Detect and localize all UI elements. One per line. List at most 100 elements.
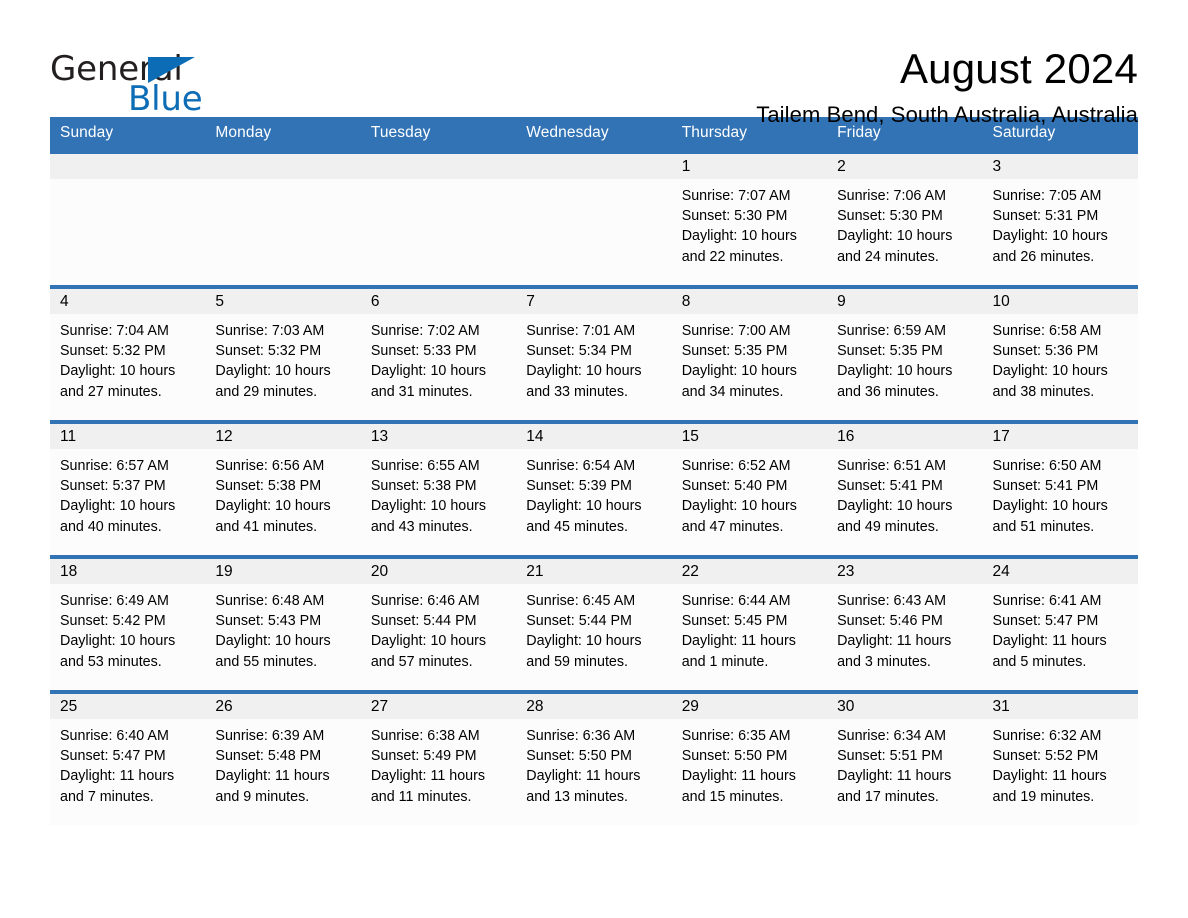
day-number: 9 bbox=[827, 289, 983, 314]
day-cell[interactable]: 16 Sunrise: 6:51 AM Sunset: 5:41 PM Dayli… bbox=[827, 420, 983, 557]
day-cell[interactable]: 14 Sunrise: 6:54 AM Sunset: 5:39 PM Dayli… bbox=[516, 420, 672, 557]
day-details: Sunrise: 6:48 AM Sunset: 5:43 PM Dayligh… bbox=[215, 593, 331, 670]
day-cell[interactable]: 23 Sunrise: 6:43 AM Sunset: 5:46 PM Dayli… bbox=[827, 555, 983, 692]
day-number: 4 bbox=[50, 289, 206, 314]
day-cell[interactable] bbox=[205, 150, 361, 287]
weekday-header-wednesday: Wednesday bbox=[516, 117, 672, 152]
day-number: 19 bbox=[205, 559, 361, 584]
day-cell[interactable]: 15 Sunrise: 6:52 AM Sunset: 5:40 PM Dayli… bbox=[671, 420, 828, 557]
day-number: 7 bbox=[516, 289, 672, 314]
day-number: 17 bbox=[982, 424, 1138, 449]
location-subtitle: Tailem Bend, South Australia, Australia bbox=[756, 102, 1138, 128]
day-number: 24 bbox=[982, 559, 1138, 584]
day-number: 16 bbox=[827, 424, 983, 449]
day-cell[interactable]: 9 Sunrise: 6:59 AM Sunset: 5:35 PM Daylig… bbox=[827, 285, 983, 422]
day-number: 29 bbox=[671, 694, 828, 719]
day-cell[interactable] bbox=[360, 150, 517, 287]
day-details: Sunrise: 6:46 AM Sunset: 5:44 PM Dayligh… bbox=[370, 593, 487, 670]
day-cell[interactable]: 8 Sunrise: 7:00 AM Sunset: 5:35 PM Daylig… bbox=[671, 285, 828, 422]
day-cell[interactable]: 31 Sunrise: 6:32 AM Sunset: 5:52 PM Dayli… bbox=[982, 690, 1138, 825]
day-cell[interactable]: 13 Sunrise: 6:55 AM Sunset: 5:38 PM Dayli… bbox=[360, 420, 517, 557]
day-number: 6 bbox=[360, 289, 517, 314]
day-details: Sunrise: 7:05 AM Sunset: 5:31 PM Dayligh… bbox=[992, 188, 1108, 265]
day-details: Sunrise: 6:56 AM Sunset: 5:38 PM Dayligh… bbox=[215, 458, 331, 535]
day-cell[interactable]: 18 Sunrise: 6:49 AM Sunset: 5:42 PM Dayli… bbox=[50, 555, 206, 692]
day-cell[interactable] bbox=[516, 150, 672, 287]
day-number bbox=[205, 154, 361, 179]
day-number bbox=[50, 154, 206, 179]
day-details: Sunrise: 7:01 AM Sunset: 5:34 PM Dayligh… bbox=[526, 323, 642, 400]
day-cell[interactable]: 7 Sunrise: 7:01 AM Sunset: 5:34 PM Daylig… bbox=[516, 285, 672, 422]
day-number: 10 bbox=[982, 289, 1138, 314]
day-cell[interactable]: 3 Sunrise: 7:05 AM Sunset: 5:31 PM Daylig… bbox=[982, 150, 1138, 287]
day-details: Sunrise: 6:59 AM Sunset: 5:35 PM Dayligh… bbox=[837, 323, 953, 400]
day-cell[interactable]: 19 Sunrise: 6:48 AM Sunset: 5:43 PM Dayli… bbox=[205, 555, 361, 692]
day-number: 14 bbox=[516, 424, 672, 449]
page-title: August 2024 bbox=[899, 45, 1138, 92]
day-number: 8 bbox=[671, 289, 828, 314]
day-cell[interactable]: 26 Sunrise: 6:39 AM Sunset: 5:48 PM Dayli… bbox=[205, 690, 361, 825]
day-cell[interactable]: 17 Sunrise: 6:50 AM Sunset: 5:41 PM Dayli… bbox=[982, 420, 1138, 557]
week-row: 11 Sunrise: 6:57 AM Sunset: 5:37 PM Dayli… bbox=[50, 420, 1138, 557]
week-row: 18 Sunrise: 6:49 AM Sunset: 5:42 PM Dayli… bbox=[50, 555, 1138, 692]
week-row: 4 Sunrise: 7:04 AM Sunset: 5:32 PM Daylig… bbox=[50, 285, 1138, 422]
day-details: Sunrise: 7:06 AM Sunset: 5:30 PM Dayligh… bbox=[837, 188, 953, 265]
day-details bbox=[50, 179, 205, 186]
day-cell[interactable]: 21 Sunrise: 6:45 AM Sunset: 5:44 PM Dayli… bbox=[516, 555, 672, 692]
weekday-header-tuesday: Tuesday bbox=[360, 117, 517, 152]
day-number: 25 bbox=[50, 694, 206, 719]
day-cell[interactable]: 12 Sunrise: 6:56 AM Sunset: 5:38 PM Dayli… bbox=[205, 420, 361, 557]
day-cell[interactable]: 22 Sunrise: 6:44 AM Sunset: 5:45 PM Dayli… bbox=[671, 555, 828, 692]
day-details: Sunrise: 6:45 AM Sunset: 5:44 PM Dayligh… bbox=[526, 593, 642, 670]
day-details: Sunrise: 6:36 AM Sunset: 5:50 PM Dayligh… bbox=[526, 728, 641, 805]
day-cell[interactable] bbox=[50, 150, 206, 287]
day-cell[interactable]: 6 Sunrise: 7:02 AM Sunset: 5:33 PM Daylig… bbox=[360, 285, 517, 422]
day-cell[interactable]: 5 Sunrise: 7:03 AM Sunset: 5:32 PM Daylig… bbox=[205, 285, 361, 422]
day-number: 18 bbox=[50, 559, 206, 584]
general-blue-logo[interactable]: General Blue bbox=[50, 44, 203, 116]
day-number: 12 bbox=[205, 424, 361, 449]
day-cell[interactable]: 24 Sunrise: 6:41 AM Sunset: 5:47 PM Dayli… bbox=[982, 555, 1138, 692]
day-details: Sunrise: 6:54 AM Sunset: 5:39 PM Dayligh… bbox=[526, 458, 642, 535]
day-number: 28 bbox=[516, 694, 672, 719]
day-number: 30 bbox=[827, 694, 983, 719]
day-cell[interactable]: 20 Sunrise: 6:46 AM Sunset: 5:44 PM Dayli… bbox=[360, 555, 517, 692]
day-details: Sunrise: 6:38 AM Sunset: 5:49 PM Dayligh… bbox=[370, 728, 486, 805]
day-cell[interactable]: 1 Sunrise: 7:07 AM Sunset: 5:30 PM Daylig… bbox=[671, 150, 828, 287]
day-number: 20 bbox=[360, 559, 517, 584]
day-cell[interactable]: 4 Sunrise: 7:04 AM Sunset: 5:32 PM Daylig… bbox=[50, 285, 206, 422]
calendar-body: 1 Sunrise: 7:07 AM Sunset: 5:30 PM Daylig… bbox=[50, 150, 1138, 825]
day-details: Sunrise: 6:35 AM Sunset: 5:50 PM Dayligh… bbox=[681, 728, 796, 805]
day-cell[interactable]: 25 Sunrise: 6:40 AM Sunset: 5:47 PM Dayli… bbox=[50, 690, 206, 825]
day-cell[interactable]: 27 Sunrise: 6:38 AM Sunset: 5:49 PM Dayli… bbox=[360, 690, 517, 825]
day-cell[interactable]: 28 Sunrise: 6:36 AM Sunset: 5:50 PM Dayli… bbox=[516, 690, 672, 825]
calendar-page: General Blue August 2024 Tailem Bend, So… bbox=[0, 0, 1188, 918]
day-details: Sunrise: 6:51 AM Sunset: 5:41 PM Dayligh… bbox=[837, 458, 953, 535]
day-details: Sunrise: 6:50 AM Sunset: 5:41 PM Dayligh… bbox=[992, 458, 1108, 535]
day-number: 15 bbox=[671, 424, 828, 449]
day-details: Sunrise: 6:34 AM Sunset: 5:51 PM Dayligh… bbox=[837, 728, 952, 805]
day-cell[interactable]: 10 Sunrise: 6:58 AM Sunset: 5:36 PM Dayli… bbox=[982, 285, 1138, 422]
day-number: 11 bbox=[50, 424, 206, 449]
day-number: 21 bbox=[516, 559, 672, 584]
day-details bbox=[361, 179, 516, 186]
day-number: 5 bbox=[205, 289, 361, 314]
weekday-header-sunday: Sunday bbox=[50, 117, 206, 152]
day-details: Sunrise: 6:40 AM Sunset: 5:47 PM Dayligh… bbox=[60, 728, 175, 805]
day-cell[interactable]: 11 Sunrise: 6:57 AM Sunset: 5:37 PM Dayli… bbox=[50, 420, 206, 557]
day-details: Sunrise: 6:55 AM Sunset: 5:38 PM Dayligh… bbox=[370, 458, 487, 535]
day-details bbox=[516, 179, 671, 186]
day-details: Sunrise: 6:43 AM Sunset: 5:46 PM Dayligh… bbox=[837, 593, 952, 670]
day-number: 1 bbox=[671, 154, 828, 179]
day-cell[interactable]: 29 Sunrise: 6:35 AM Sunset: 5:50 PM Dayli… bbox=[671, 690, 828, 825]
day-cell[interactable]: 30 Sunrise: 6:34 AM Sunset: 5:51 PM Dayli… bbox=[827, 690, 983, 825]
day-number bbox=[360, 154, 517, 179]
day-details: Sunrise: 6:57 AM Sunset: 5:37 PM Dayligh… bbox=[60, 458, 176, 535]
day-details: Sunrise: 6:58 AM Sunset: 5:36 PM Dayligh… bbox=[992, 323, 1108, 400]
day-details: Sunrise: 7:07 AM Sunset: 5:30 PM Dayligh… bbox=[681, 188, 797, 265]
day-details: Sunrise: 7:04 AM Sunset: 5:32 PM Dayligh… bbox=[60, 323, 176, 400]
day-number: 3 bbox=[982, 154, 1138, 179]
day-number: 13 bbox=[360, 424, 517, 449]
day-cell[interactable]: 2 Sunrise: 7:06 AM Sunset: 5:30 PM Daylig… bbox=[827, 150, 983, 287]
day-number: 22 bbox=[671, 559, 828, 584]
